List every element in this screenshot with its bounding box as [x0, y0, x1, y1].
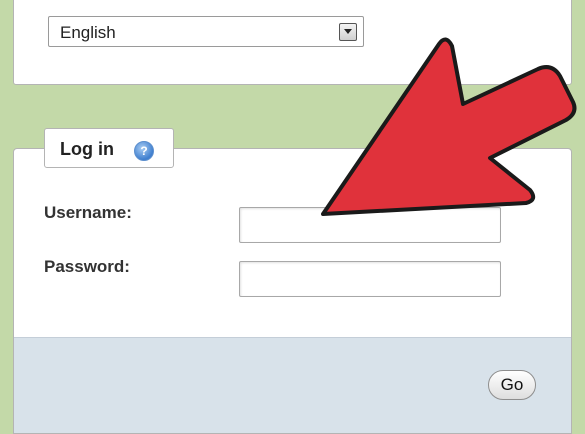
pointer-arrow-icon	[321, 37, 577, 216]
screenshot-frame: English Log in ? Username: Password: Go	[0, 0, 585, 434]
